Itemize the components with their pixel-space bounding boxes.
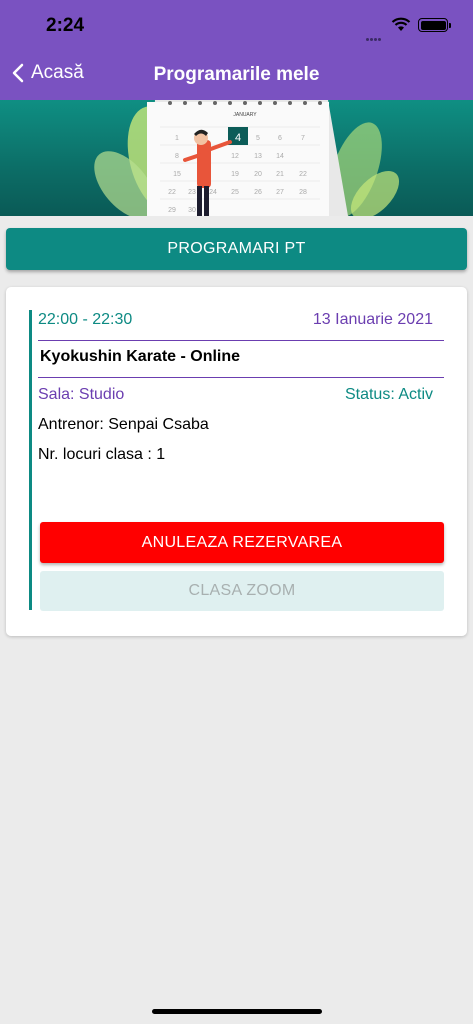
trainer-label: Antrenor: Senpai Csaba: [38, 416, 209, 433]
svg-text:27: 27: [276, 189, 284, 196]
svg-text:13: 13: [254, 153, 262, 160]
home-indicator[interactable]: [152, 1009, 322, 1014]
battery-icon: [418, 18, 451, 32]
page-title: Programarile mele: [153, 64, 320, 85]
svg-text:7: 7: [301, 135, 305, 142]
class-name: Kyokushin Karate - Online: [40, 348, 241, 365]
svg-text:22: 22: [299, 171, 307, 178]
svg-text:6: 6: [278, 135, 282, 142]
navigation-bar: Acasă Programarile mele: [0, 50, 473, 100]
svg-text:21: 21: [276, 171, 284, 178]
cellular-signal-icon: [366, 28, 386, 41]
wifi-icon: [391, 17, 411, 31]
svg-text:30: 30: [188, 207, 196, 214]
booking-card: 22:00 - 22:30 13 Ianuarie 2021 Kyokushin…: [6, 287, 467, 636]
card-accent-bar: [29, 310, 32, 610]
svg-text:5: 5: [256, 135, 260, 142]
divider: [38, 340, 444, 341]
svg-text:12: 12: [231, 153, 239, 160]
svg-text:24: 24: [209, 189, 217, 196]
svg-text:25: 25: [231, 189, 239, 196]
calendar-illustration: JANUARY 1567 8 12 13 14 15 19 20 21 22 22 23 24 25…: [94, 100, 400, 216]
zoom-class-button[interactable]: CLASA ZOOM: [40, 571, 444, 611]
svg-text:22: 22: [168, 189, 176, 196]
svg-text:14: 14: [276, 153, 284, 160]
calendar-month-label: JANUARY: [233, 112, 257, 118]
svg-text:29: 29: [168, 207, 176, 214]
svg-text:28: 28: [299, 189, 307, 196]
status-label: Status: Activ: [344, 386, 433, 403]
cancel-reservation-button[interactable]: ANULEAZA REZERVAREA: [40, 522, 444, 563]
divider: [38, 377, 444, 378]
booking-time-range: 22:00 - 22:30: [38, 311, 133, 328]
svg-text:1: 1: [175, 135, 179, 142]
status-bar: 2:24: [0, 0, 473, 50]
svg-text:23: 23: [188, 189, 196, 196]
spots-label: Nr. locuri clasa : 1: [38, 446, 166, 463]
svg-text:15: 15: [173, 171, 181, 178]
svg-text:26: 26: [254, 189, 262, 196]
calendar-highlighted-day: 4: [235, 132, 241, 144]
booking-date: 13 Ianuarie 2021: [312, 311, 433, 328]
calendar-banner-illustration: JANUARY 1567 8 12 13 14 15 19 20 21 22 22 23 24 25…: [0, 100, 473, 216]
svg-text:8: 8: [175, 153, 179, 160]
status-time: 2:24: [46, 15, 85, 36]
svg-text:20: 20: [254, 171, 262, 178]
svg-text:19: 19: [231, 171, 239, 178]
room-label: Sala: Studio: [38, 386, 125, 403]
programari-pt-button[interactable]: PROGRAMARI PT: [6, 228, 467, 270]
